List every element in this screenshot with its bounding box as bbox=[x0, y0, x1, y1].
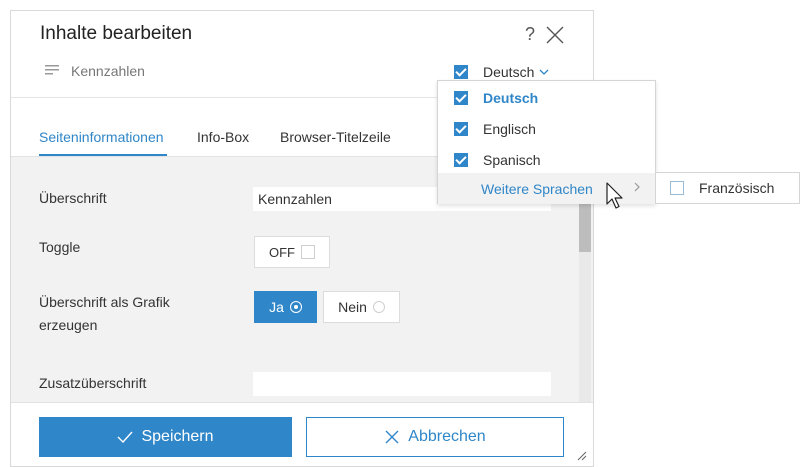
checkbox-checked-icon bbox=[454, 152, 468, 167]
save-button-label: Speichern bbox=[141, 428, 214, 445]
grafik-label-line2: erzeugen bbox=[39, 317, 98, 333]
dialog-title: Inhalte bearbeiten bbox=[40, 23, 193, 44]
toggle-switch[interactable]: OFF bbox=[254, 236, 330, 268]
zusatz-input[interactable] bbox=[253, 372, 551, 396]
checkbox-unchecked-icon bbox=[670, 181, 684, 195]
language-option-deutsch[interactable]: Deutsch bbox=[438, 82, 655, 113]
grafik-no-radio[interactable]: Nein bbox=[323, 291, 400, 323]
grafik-yes-label: Ja bbox=[269, 299, 284, 315]
tab-info-box[interactable]: Info-Box bbox=[197, 129, 249, 145]
content-type-label: Kennzahlen bbox=[71, 63, 145, 79]
checkbox-checked-icon bbox=[454, 121, 468, 136]
cancel-button-label: Abbrechen bbox=[408, 428, 486, 445]
toggle-state-label: OFF bbox=[269, 244, 295, 260]
language-checkbox-icon bbox=[454, 65, 468, 79]
grafik-yes-radio[interactable]: Ja bbox=[254, 291, 317, 323]
radio-unselected-icon bbox=[372, 301, 385, 313]
toggle-checkbox-icon bbox=[301, 245, 315, 259]
language-option-spanisch[interactable]: Spanisch bbox=[438, 144, 655, 175]
save-button[interactable]: Speichern bbox=[39, 417, 292, 457]
zusatz-label: Zusatzüberschrift bbox=[39, 375, 147, 391]
language-selector-label: Deutsch bbox=[483, 64, 535, 80]
toggle-label: Toggle bbox=[39, 239, 81, 255]
close-icon[interactable] bbox=[545, 25, 565, 45]
more-languages-label: Weitere Sprachen bbox=[481, 180, 593, 197]
tab-browser-titelzeile[interactable]: Browser-Titelzeile bbox=[280, 129, 391, 145]
language-option-label: Französisch bbox=[699, 180, 775, 196]
chevron-down-icon bbox=[539, 67, 549, 78]
resize-handle-icon[interactable] bbox=[577, 451, 587, 461]
language-selector[interactable]: Deutsch bbox=[454, 64, 549, 80]
language-option-franzoesisch[interactable]: Französisch bbox=[655, 172, 800, 204]
chevron-right-icon bbox=[634, 181, 640, 195]
tab-seiteninformationen[interactable]: Seiteninformationen bbox=[39, 129, 164, 145]
radio-selected-icon bbox=[289, 301, 302, 313]
close-icon bbox=[384, 429, 400, 445]
mouse-pointer-icon bbox=[606, 182, 623, 209]
checkbox-checked-icon bbox=[454, 90, 468, 105]
content-type-indicator: Kennzahlen bbox=[45, 63, 145, 79]
cancel-button[interactable]: Abbrechen bbox=[306, 417, 564, 457]
ueberschrift-label: Überschrift bbox=[39, 190, 107, 206]
language-option-label: Spanisch bbox=[483, 151, 541, 168]
language-option-englisch[interactable]: Englisch bbox=[438, 113, 655, 144]
language-option-label: Englisch bbox=[483, 120, 536, 137]
language-option-label: Deutsch bbox=[483, 89, 539, 106]
dialog-footer: Speichern Abbrechen bbox=[11, 402, 593, 466]
text-lines-icon bbox=[45, 65, 59, 75]
help-icon[interactable]: ? bbox=[525, 24, 535, 45]
check-icon bbox=[117, 431, 133, 443]
edit-content-dialog: Inhalte bearbeiten ? Kennzahlen Deutsch … bbox=[10, 10, 594, 467]
grafik-no-label: Nein bbox=[338, 299, 367, 315]
